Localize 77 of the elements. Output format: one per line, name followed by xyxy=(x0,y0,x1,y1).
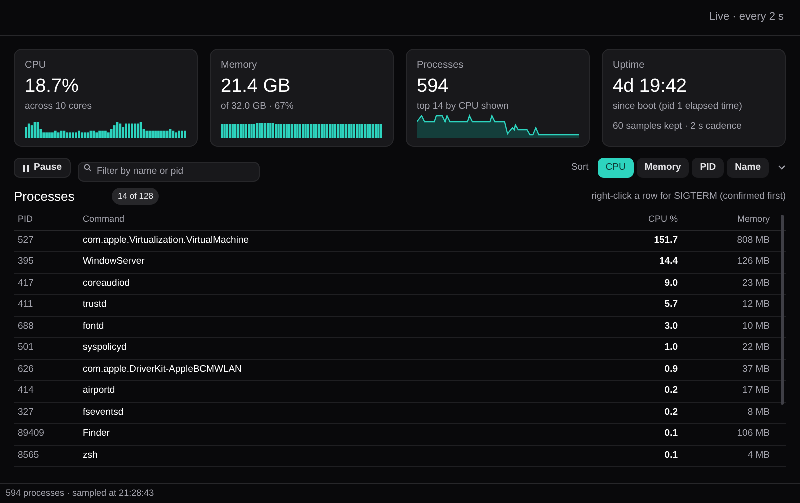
search-field[interactable]: Filter by name or pid xyxy=(78,162,260,182)
table-cell-text: 14.4 xyxy=(658,255,678,270)
table-cell-text: 0.1 xyxy=(664,427,678,442)
chevron-down-icon[interactable] xyxy=(778,165,786,171)
card-label: CPU xyxy=(25,60,48,72)
table-cell-text: trustd xyxy=(83,298,108,312)
card-value: 18.7% xyxy=(25,75,80,99)
table-cell-text: 106 MB xyxy=(736,427,770,442)
table-cell-text: 688 xyxy=(18,320,35,334)
card-subtitle: across 10 cores xyxy=(25,100,94,114)
card-value: 21.4 GB xyxy=(221,75,292,99)
table-cell-text: 8565 xyxy=(18,448,40,463)
pause-icon xyxy=(23,164,29,172)
table-cell-text: fontd xyxy=(83,320,106,334)
sort-label: Sort xyxy=(571,160,589,175)
table-cell-text: 1.0 xyxy=(664,341,678,356)
table-cell-text: 8 MB xyxy=(746,406,770,420)
table-cell-text: fseventsd xyxy=(83,406,125,420)
table-cell-text: zsh xyxy=(83,448,99,463)
count-badge: 14 of 128 xyxy=(112,188,160,206)
search-icon xyxy=(84,164,92,172)
pause-button[interactable]: Pause xyxy=(14,158,71,178)
card-subtitle: since boot (pid 1 elapsed time) xyxy=(613,100,744,114)
table-cell-text: airportd xyxy=(83,384,116,398)
table-cell-text: 151.7 xyxy=(653,234,678,248)
table-cell-text: 395 xyxy=(18,255,35,270)
card-subtitle: of 32.0 GB · 67% xyxy=(221,100,295,114)
table-cell-text: 37 MB xyxy=(742,362,770,377)
table-cell-text: 12 MB xyxy=(742,298,770,312)
table-cell-text: syspolicyd xyxy=(83,341,128,356)
table-cell-text: 501 xyxy=(18,341,35,356)
table-cell-text: 626 xyxy=(18,362,35,377)
table-cell-text: 3.0 xyxy=(664,320,678,334)
card-label: Processes xyxy=(417,60,465,72)
table-cell-text: WindowServer xyxy=(83,255,146,270)
table-cell-text: 4 MB xyxy=(746,448,770,463)
card-label: Uptime xyxy=(613,60,646,72)
table-cell-text: 414 xyxy=(18,384,35,398)
card-value: 4d 19:42 xyxy=(613,75,688,99)
table-cell-text: 411 xyxy=(18,298,34,312)
scrollbar[interactable] xyxy=(781,214,784,404)
table-cell-text: Finder xyxy=(83,427,111,442)
card-label: Memory xyxy=(221,60,258,72)
table-cell-text: 0.2 xyxy=(664,406,678,420)
column-header: PID xyxy=(18,213,34,226)
card-note: 60 samples kept · 2 s cadence xyxy=(613,120,743,134)
sort-button[interactable]: Name xyxy=(727,158,769,178)
table-cell-text: com.apple.DriverKit-AppleBCMWLAN xyxy=(83,362,243,377)
table-cell-text: 327 xyxy=(18,406,35,420)
section-title: Processes xyxy=(14,188,76,206)
card-value: 594 xyxy=(417,75,450,99)
table-cell-text: 527 xyxy=(18,234,35,248)
column-header: Command xyxy=(83,213,126,226)
table-cell-text: 5.7 xyxy=(664,298,678,312)
table-cell-text: 0.9 xyxy=(664,362,678,377)
table-cell-text: 22 MB xyxy=(742,341,770,356)
table-cell-text: 126 MB xyxy=(736,255,770,270)
table-cell-text: 9.0 xyxy=(664,276,678,291)
card-subtitle: top 14 by CPU shown xyxy=(417,100,510,114)
table-cell-text: 89409 xyxy=(18,427,46,442)
table-cell-text: com.apple.Virtualization.VirtualMachine xyxy=(83,234,250,248)
table-cell-text: 0.1 xyxy=(664,448,678,463)
hint-text: right-click a row for SIGTERM (confirmed first) xyxy=(592,190,786,204)
table-cell-text: coreaudiod xyxy=(83,276,132,291)
table-cell-text: 0.2 xyxy=(664,384,678,398)
table-cell-text: 417 xyxy=(18,276,35,291)
sort-button[interactable]: Memory xyxy=(636,158,690,178)
table-cell-text: 10 MB xyxy=(742,320,770,334)
column-header: CPU % xyxy=(647,213,678,226)
table-cell-text: 808 MB xyxy=(736,234,770,248)
column-header: Memory xyxy=(736,213,770,226)
live-status: Live · every 2 s xyxy=(709,10,784,26)
sort-button[interactable]: CPU xyxy=(598,158,634,178)
status-bar-text: 594 processes · sampled at 21:28:43 xyxy=(6,486,154,500)
table-cell-text: 17 MB xyxy=(742,384,770,398)
table-cell-text: 23 MB xyxy=(742,276,770,291)
sort-button[interactable]: PID xyxy=(692,158,724,178)
